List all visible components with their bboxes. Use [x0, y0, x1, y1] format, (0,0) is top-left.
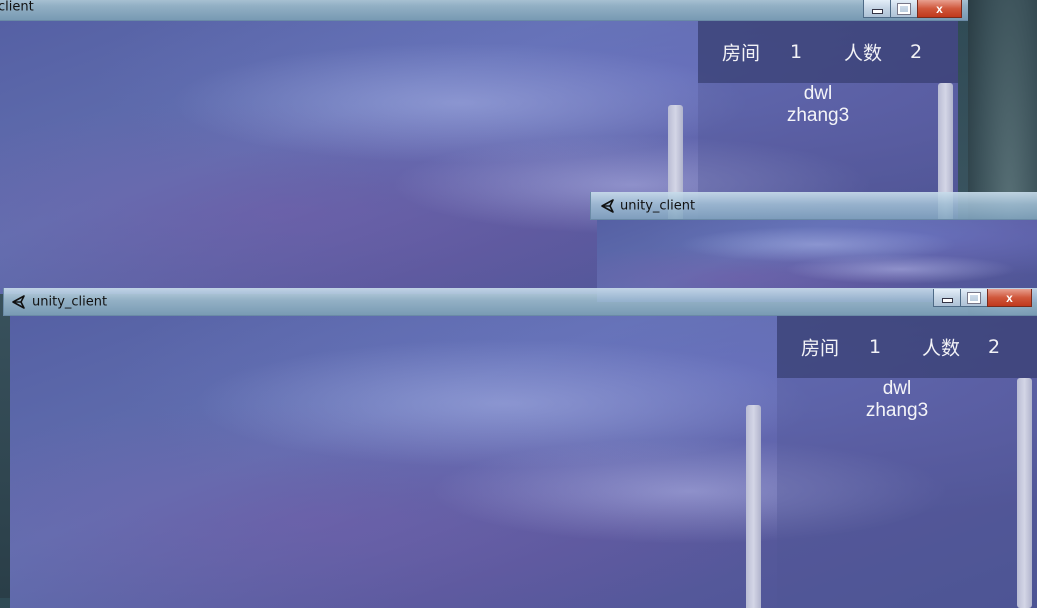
minimize-button[interactable]: [933, 289, 960, 307]
unity-icon: [601, 198, 614, 213]
middle-window-titlebar[interactable]: unity_client: [590, 192, 1037, 220]
player-list-scrollbar[interactable]: [1017, 378, 1032, 608]
close-icon: x: [936, 1, 943, 16]
room-info-header: 房间 1 人数 2: [777, 316, 1037, 378]
left-scrollbar[interactable]: [746, 405, 761, 608]
player-list: dwl zhang3: [777, 378, 1017, 422]
unity-icon: [12, 294, 25, 309]
maximize-icon: [891, 0, 917, 17]
count-label: 人数: [844, 42, 883, 65]
maximize-button[interactable]: [890, 0, 917, 18]
back-window-titlebar[interactable]: client x: [0, 0, 968, 21]
minimize-icon: [934, 289, 960, 306]
back-window-controls: x: [863, 0, 962, 18]
maximize-icon: [961, 289, 987, 306]
room-value: 1: [869, 336, 882, 358]
room-label: 房间: [801, 337, 840, 360]
middle-window: unity_client: [590, 192, 1037, 302]
list-item: dwl: [803, 83, 833, 104]
front-window-game-view[interactable]: 房间 1 人数 2 dwl zhang3: [10, 316, 1037, 608]
close-icon: x: [1006, 290, 1013, 305]
player-list: dwl zhang3: [698, 83, 938, 127]
minimize-icon: [864, 0, 890, 17]
front-window-controls: x: [933, 289, 1032, 307]
count-value: 2: [910, 41, 923, 63]
list-item: zhang3: [786, 105, 850, 126]
front-window: unity_client x 房间 1 人数 2 dwl zhang3: [3, 288, 1037, 608]
minimize-button[interactable]: [863, 0, 890, 18]
front-window-titlebar[interactable]: unity_client x: [3, 288, 1037, 316]
player-list-panel: dwl zhang3: [777, 378, 1037, 608]
list-item: dwl: [882, 378, 912, 399]
room-label: 房间: [722, 42, 761, 65]
middle-window-title: unity_client: [620, 198, 696, 213]
back-window-title: client: [0, 0, 34, 15]
count-value: 2: [988, 336, 1001, 358]
list-item: zhang3: [865, 400, 929, 421]
count-label: 人数: [922, 337, 961, 360]
front-window-title: unity_client: [32, 294, 108, 309]
close-button[interactable]: x: [987, 289, 1032, 307]
room-info-header: 房间 1 人数 2: [698, 21, 958, 83]
maximize-button[interactable]: [960, 289, 987, 307]
room-value: 1: [790, 41, 803, 63]
close-button[interactable]: x: [917, 0, 962, 18]
